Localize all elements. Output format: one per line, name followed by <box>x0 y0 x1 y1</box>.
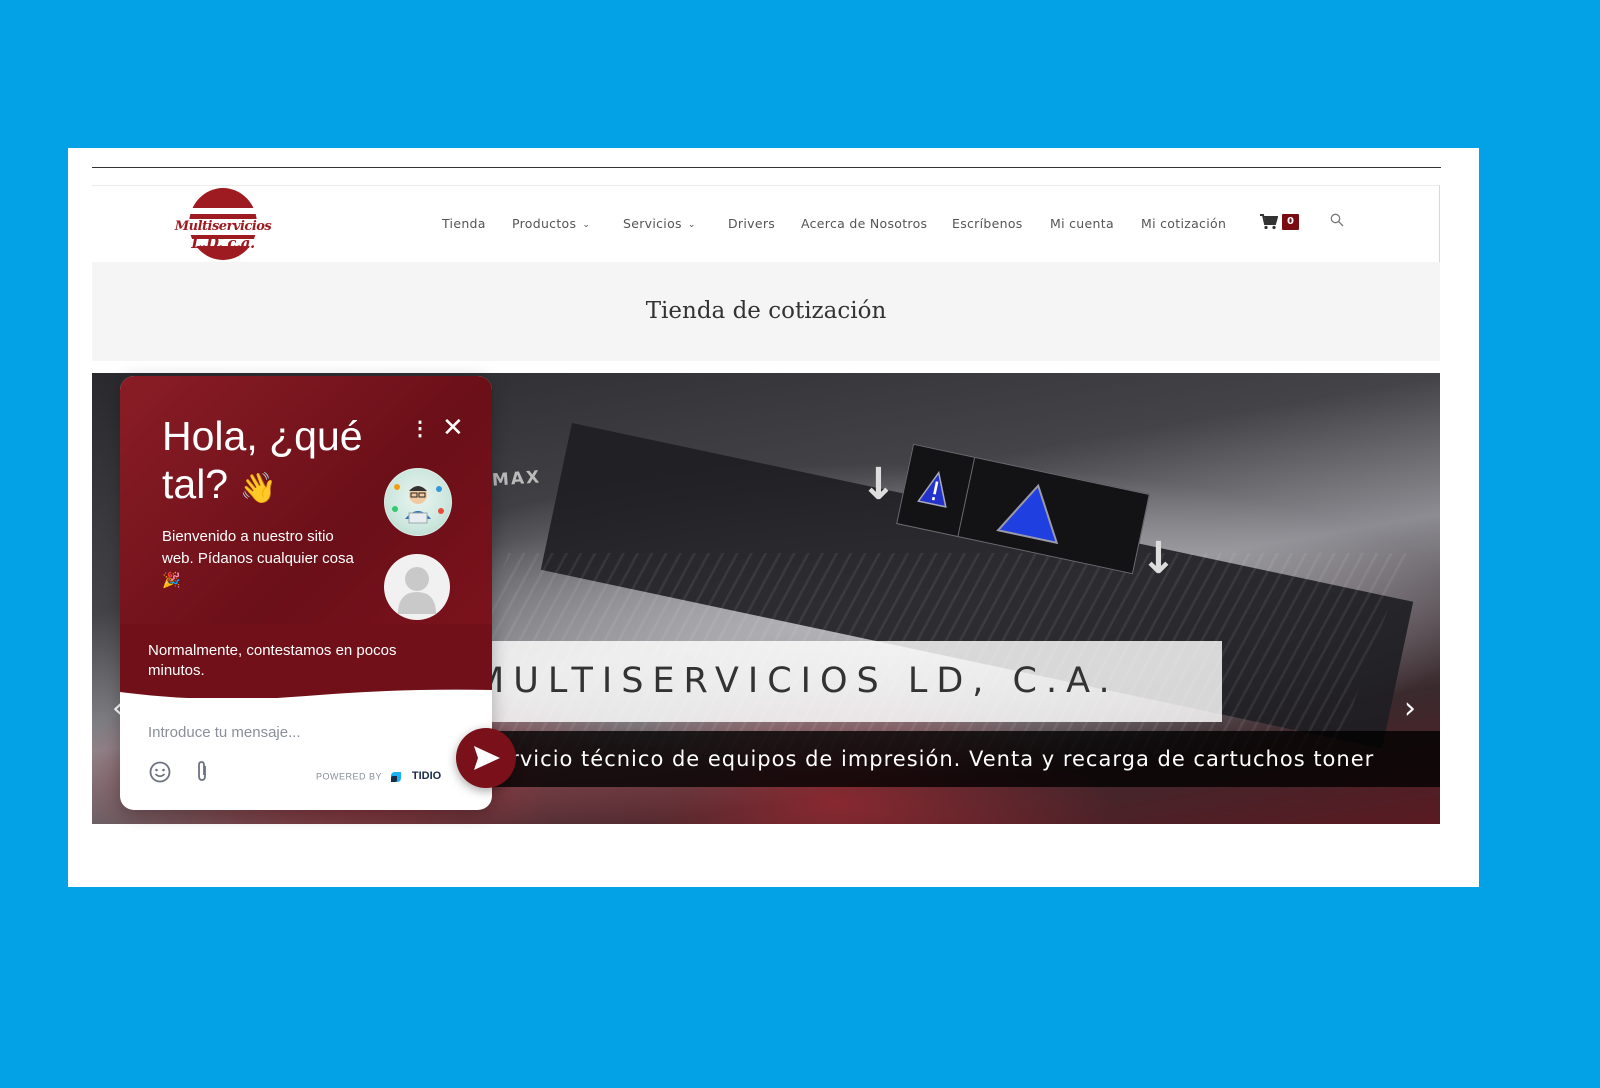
top-divider <box>92 167 1441 168</box>
page-title-bar: Tienda de cotización <box>92 262 1440 361</box>
chat-greeting: Hola, ¿qué tal? 👋 <box>162 412 382 513</box>
operator-avatar <box>384 554 450 620</box>
emoji-icon[interactable] <box>148 760 172 784</box>
chat-reply-note: Normalmente, contestamos en pocos minuto… <box>148 642 397 679</box>
welcome-text: Bienvenido a nuestro sitio web. Pídanos … <box>162 528 354 567</box>
more-options-icon[interactable]: ⋮ <box>410 416 430 441</box>
nav-label: Drivers <box>728 216 776 231</box>
nav-item-mi-cotizacion[interactable]: Mi cotización <box>1141 216 1226 231</box>
nav-item-drivers[interactable]: Drivers <box>728 216 775 231</box>
down-arrow-icon: ↓ <box>860 459 897 510</box>
search-button[interactable] <box>1330 212 1344 231</box>
page-title: Tienda de cotización <box>645 298 887 324</box>
shopping-cart-icon <box>1260 214 1278 230</box>
chevron-down-icon: ⌄ <box>582 220 591 230</box>
nav-label: Acerca de Nosotros <box>801 216 928 231</box>
hero-subcaption: Servicio técnico de equipos de impresión… <box>462 731 1440 787</box>
nav-label: Escríbenos <box>952 216 1023 231</box>
chat-header: Hola, ¿qué tal? 👋 Bienvenido a nuestro s… <box>120 376 492 698</box>
nav-item-acerca[interactable]: Acerca de Nosotros <box>801 216 927 231</box>
search-icon <box>1330 213 1344 227</box>
send-arrow-icon <box>474 746 500 770</box>
slider-next-arrow-icon[interactable]: › <box>1404 691 1416 726</box>
site-logo[interactable]: Multiservicios L.D. c.a. <box>162 186 284 264</box>
chevron-down-icon: ⌄ <box>687 220 696 230</box>
logo-text-line1: Multiservicios <box>174 219 272 234</box>
waving-hand-icon: 👋 <box>239 472 277 505</box>
chat-welcome-message: Bienvenido a nuestro sitio web. Pídanos … <box>162 526 362 592</box>
cart-count-badge: 0 <box>1282 214 1299 230</box>
site-header: Multiservicios L.D. c.a. Tienda Producto… <box>92 185 1440 263</box>
hero-caption: MULTISERVICIOS LD, C.A. <box>462 641 1222 722</box>
nav-item-escribenos[interactable]: Escríbenos <box>952 216 1023 231</box>
logo-text-line2: L.D. c.a. <box>191 234 255 252</box>
nav-item-productos[interactable]: Productos ⌄ <box>512 216 590 231</box>
nav-label: Mi cuenta <box>1050 216 1114 231</box>
down-arrow-icon: ↓ <box>1140 533 1177 584</box>
greeting-line2: tal? <box>162 461 229 507</box>
close-icon[interactable]: ✕ <box>442 412 464 443</box>
nav-item-tienda[interactable]: Tienda <box>442 216 486 231</box>
greeting-line1: Hola, ¿qué <box>162 413 363 459</box>
nav-label: Servicios <box>623 216 682 231</box>
header-wave-shape <box>120 689 492 706</box>
chat-widget: Hola, ¿qué tal? 👋 Bienvenido a nuestro s… <box>120 376 492 810</box>
powered-by-label: POWERED BY <box>316 771 382 782</box>
nav-label: Productos <box>512 216 577 231</box>
tidio-brand[interactable]: TIDIO <box>412 770 441 782</box>
cart-button[interactable]: 0 <box>1260 210 1300 232</box>
user-silhouette-icon <box>398 567 436 614</box>
nav-item-mi-cuenta[interactable]: Mi cuenta <box>1050 216 1114 231</box>
powered-by: POWERED BY TIDIO <box>316 770 441 784</box>
max-label: MAX <box>491 467 542 491</box>
nav-item-servicios[interactable]: Servicios ⌄ <box>623 216 696 231</box>
nav-label: Tienda <box>442 216 486 231</box>
tidio-logo-icon <box>390 772 401 782</box>
agent-avatar <box>384 468 452 536</box>
party-popper-icon: 🎉 <box>162 572 181 589</box>
agent-illustration-icon <box>392 484 444 524</box>
send-button[interactable] <box>456 728 516 788</box>
nav-label: Mi cotización <box>1141 216 1227 231</box>
attachment-icon[interactable] <box>192 760 212 784</box>
chat-message-input[interactable]: Introduce tu mensaje... <box>148 724 301 741</box>
